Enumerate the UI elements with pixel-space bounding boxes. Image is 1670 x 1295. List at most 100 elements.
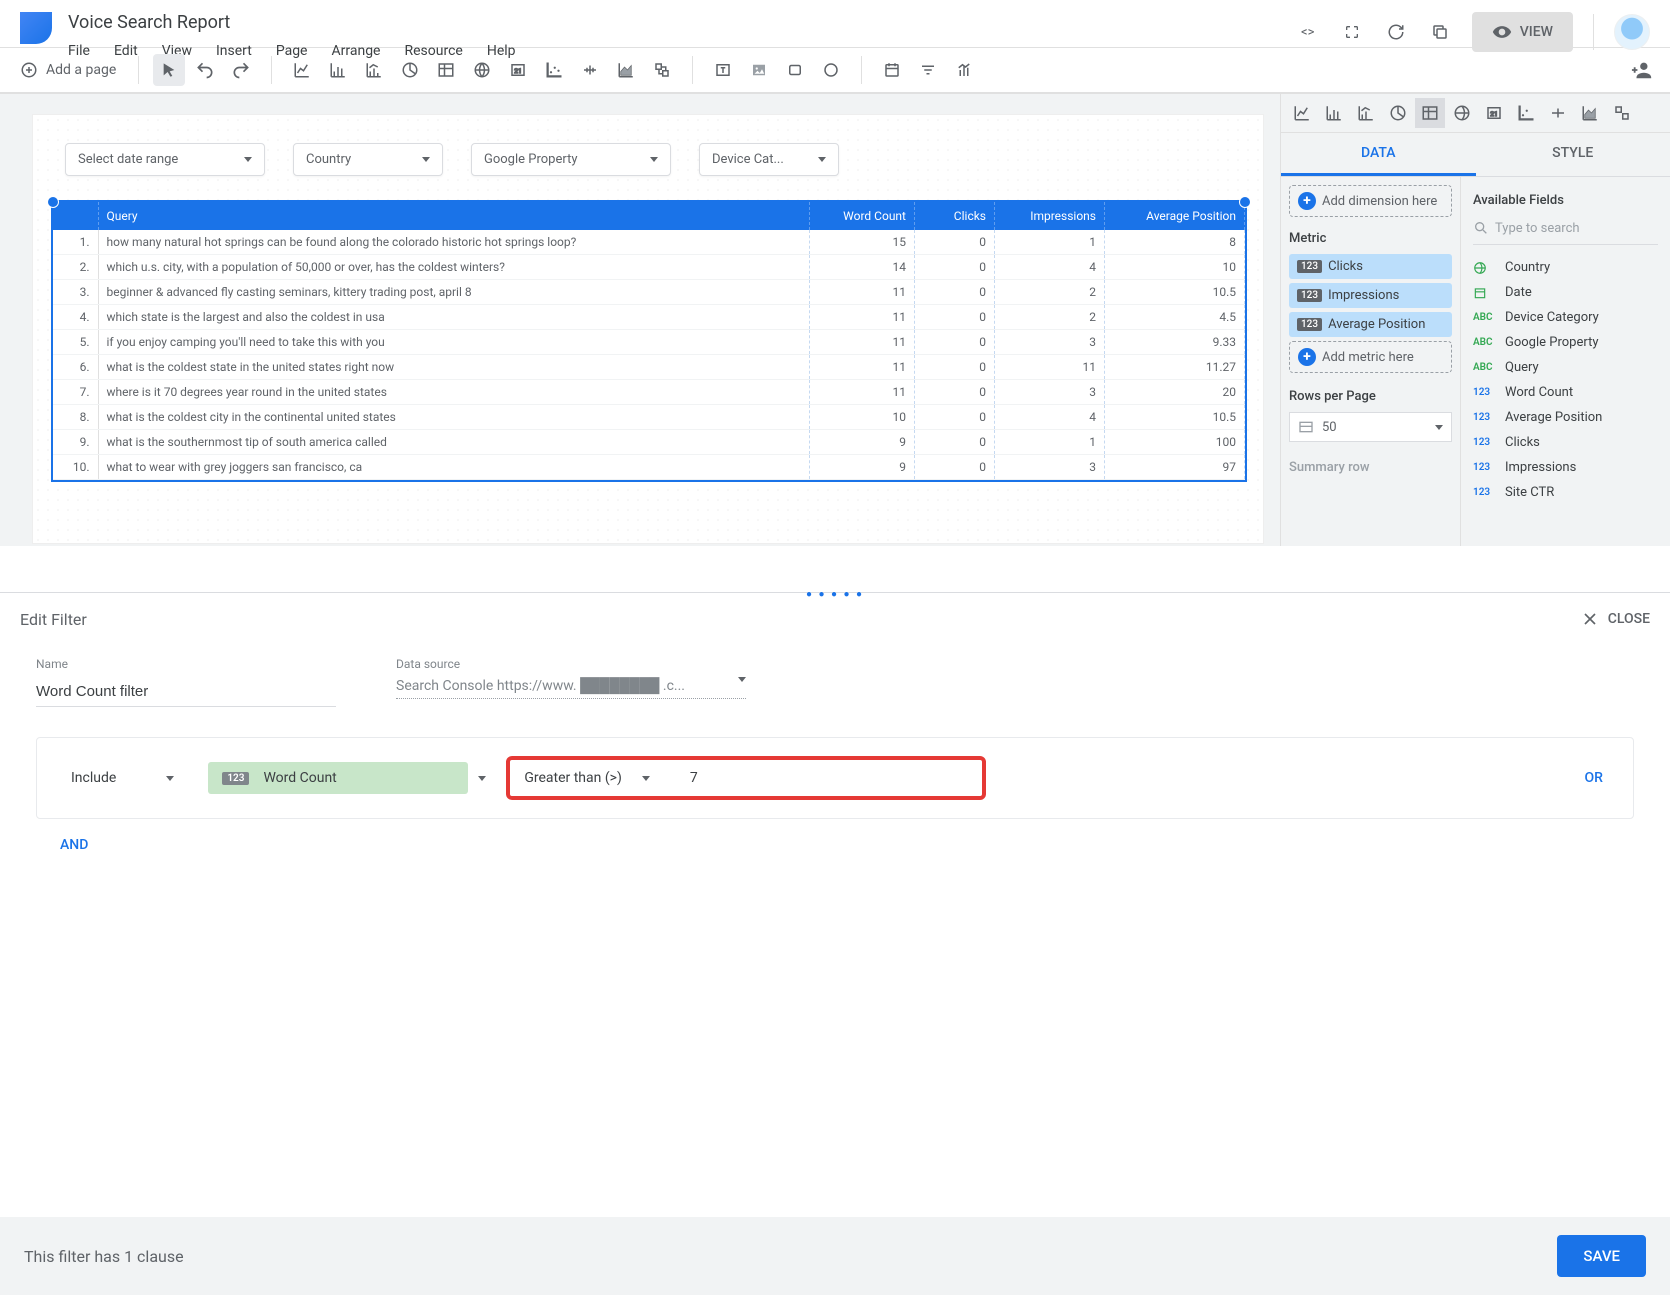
refresh-icon[interactable] [1384, 20, 1408, 44]
filter-control-tool[interactable] [912, 54, 944, 86]
app-header: Voice Search Report File Edit View Inser… [0, 0, 1670, 48]
table-row[interactable]: 7.where is it 70 degrees year round in t… [53, 380, 1245, 405]
filter-field-select[interactable]: 123 Word Count [208, 762, 468, 794]
ct-pie-icon[interactable] [1383, 98, 1413, 128]
menu-edit[interactable]: Edit [114, 43, 138, 59]
field-item[interactable]: Date [1473, 280, 1658, 305]
ct-bullet-icon[interactable] [1543, 98, 1573, 128]
filter-title: Edit Filter [20, 610, 87, 629]
user-avatar[interactable] [1614, 14, 1650, 50]
google-property-filter[interactable]: Google Property [471, 143, 671, 176]
field-item[interactable]: 123Word Count [1473, 380, 1658, 405]
and-button[interactable]: AND [60, 837, 88, 853]
data-tab[interactable]: DATA [1281, 133, 1476, 176]
area-chart-icon[interactable] [610, 54, 642, 86]
save-button[interactable]: SAVE [1557, 1235, 1646, 1277]
text-tool[interactable] [707, 54, 739, 86]
field-item[interactable]: ABCDevice Category [1473, 305, 1658, 330]
table-row[interactable]: 9.what is the southernmost tip of south … [53, 430, 1245, 455]
fullscreen-icon[interactable] [1340, 20, 1364, 44]
query-table[interactable]: Query Word Count Clicks Impressions Aver… [51, 200, 1247, 482]
device-category-filter[interactable]: Device Cat... [699, 143, 839, 176]
bullet-chart-icon[interactable] [574, 54, 606, 86]
condition-select[interactable]: Greater than (>) [524, 766, 650, 790]
combo-chart-icon[interactable] [358, 54, 390, 86]
bar-chart-icon[interactable] [322, 54, 354, 86]
field-item[interactable]: ABCQuery [1473, 355, 1658, 380]
filter-value-input[interactable]: 7 [690, 770, 698, 786]
geo-chart-icon[interactable] [466, 54, 498, 86]
ct-geo-icon[interactable] [1447, 98, 1477, 128]
menu-file[interactable]: File [68, 43, 90, 59]
summary-row-label: Summary row [1289, 460, 1452, 475]
config-panel: 21 DATA STYLE +Add dimension here Metric… [1280, 94, 1670, 546]
ct-pivot-icon[interactable] [1607, 98, 1637, 128]
metric-impressions[interactable]: 123Impressions [1289, 283, 1452, 308]
search-icon [1473, 220, 1489, 236]
redo-button[interactable] [225, 54, 257, 86]
close-icon [1580, 609, 1600, 629]
or-button[interactable]: OR [1585, 770, 1613, 786]
field-item[interactable]: ABCGoogle Property [1473, 330, 1658, 355]
table-row[interactable]: 2.which u.s. city, with a population of … [53, 255, 1245, 280]
field-item[interactable]: 123Site CTR [1473, 480, 1658, 505]
ct-line-icon[interactable] [1287, 98, 1317, 128]
copy-icon[interactable] [1428, 20, 1452, 44]
scorecard-icon[interactable]: 21 [502, 54, 534, 86]
image-tool[interactable] [743, 54, 775, 86]
ct-scatter-icon[interactable] [1511, 98, 1541, 128]
pivot-icon[interactable] [646, 54, 678, 86]
ct-bar-icon[interactable] [1319, 98, 1349, 128]
table-row[interactable]: 3.beginner & advanced fly casting semina… [53, 280, 1245, 305]
pie-chart-icon[interactable] [394, 54, 426, 86]
field-item[interactable]: 123Impressions [1473, 455, 1658, 480]
metric-section-label: Metric [1289, 231, 1452, 246]
include-exclude-select[interactable]: Include [57, 762, 188, 794]
circle-tool[interactable] [815, 54, 847, 86]
filter-name-label: Name [36, 657, 336, 671]
ct-scorecard-icon[interactable]: 21 [1479, 98, 1509, 128]
metric-clicks[interactable]: 123Clicks [1289, 254, 1452, 279]
data-control-tool[interactable] [948, 54, 980, 86]
table-row[interactable]: 8.what is the coldest city in the contin… [53, 405, 1245, 430]
field-item[interactable]: 123Average Position [1473, 405, 1658, 430]
table-row[interactable]: 1.how many natural hot springs can be fo… [53, 230, 1245, 255]
report-canvas[interactable]: Select date range Country Google Propert… [32, 114, 1264, 544]
drag-handle-icon[interactable]: ● ● ● ● ● [806, 589, 864, 600]
add-page-button[interactable]: Add a page [12, 61, 124, 79]
country-filter[interactable]: Country [293, 143, 443, 176]
close-button[interactable]: CLOSE [1580, 609, 1650, 629]
add-people-icon[interactable] [1626, 54, 1658, 86]
filter-name-input[interactable] [36, 677, 336, 707]
select-tool[interactable] [153, 54, 185, 86]
table-row[interactable]: 5.if you enjoy camping you'll need to ta… [53, 330, 1245, 355]
app-logo [20, 12, 52, 44]
view-button[interactable]: VIEW [1472, 12, 1573, 52]
scatter-chart-icon[interactable] [538, 54, 570, 86]
available-fields-title: Available Fields [1473, 193, 1658, 208]
date-range-filter[interactable]: Select date range [65, 143, 265, 176]
add-metric[interactable]: +Add metric here [1289, 341, 1452, 373]
field-item[interactable]: Country [1473, 255, 1658, 280]
ct-combo-icon[interactable] [1351, 98, 1381, 128]
date-range-tool[interactable] [876, 54, 908, 86]
svg-text:21: 21 [1490, 110, 1498, 118]
undo-button[interactable] [189, 54, 221, 86]
table-row[interactable]: 4.which state is the largest and also th… [53, 305, 1245, 330]
field-item[interactable]: 123Clicks [1473, 430, 1658, 455]
style-tab[interactable]: STYLE [1476, 133, 1670, 176]
metric-avg-position[interactable]: 123Average Position [1289, 312, 1452, 337]
table-row[interactable]: 10.what to wear with grey joggers san fr… [53, 455, 1245, 480]
ct-table-icon[interactable] [1415, 98, 1445, 128]
fields-search[interactable]: Type to search [1473, 216, 1658, 245]
rectangle-tool[interactable] [779, 54, 811, 86]
table-row[interactable]: 6.what is the coldest state in the unite… [53, 355, 1245, 380]
table-chart-icon[interactable] [430, 54, 462, 86]
embed-icon[interactable]: <> [1296, 20, 1320, 44]
line-chart-icon[interactable] [286, 54, 318, 86]
ct-area-icon[interactable] [1575, 98, 1605, 128]
rows-per-page-select[interactable]: 50 [1289, 412, 1452, 442]
add-dimension[interactable]: +Add dimension here [1289, 185, 1452, 217]
document-title[interactable]: Voice Search Report [68, 8, 516, 33]
data-source-select[interactable]: Search Console https://www. ████████ .c.… [396, 677, 746, 699]
